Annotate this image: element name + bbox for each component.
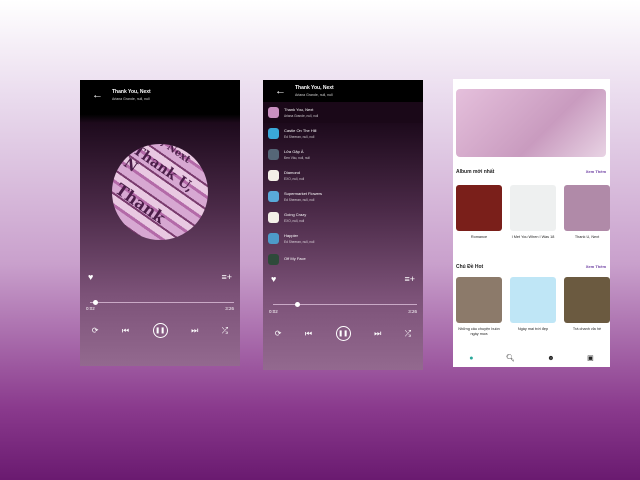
queue-item-artist: EXO, null, null: [284, 177, 305, 181]
card-label: I Met You When I Was 18: [511, 235, 555, 239]
queue-item-artist: Ariana Grande, null, null: [284, 114, 319, 118]
artist-icon[interactable]: ☻: [547, 355, 554, 362]
queue-item[interactable]: Happier Ed Sheeran, null, null: [263, 228, 423, 249]
album-card[interactable]: Thank U, Next: [564, 185, 610, 240]
song-thumbnail: [268, 128, 279, 139]
queue-item[interactable]: Lửa Gặp Ẩ Đen Vâu, null, null: [263, 144, 423, 165]
queue-item-artist: Đen Vâu, null, null: [284, 156, 310, 160]
previous-icon[interactable]: ⏮: [122, 326, 129, 336]
pause-button[interactable]: ❚❚: [152, 323, 168, 338]
cover-image: [564, 277, 610, 323]
cover-image: [456, 185, 502, 231]
search-icon[interactable]: 🔍︎: [506, 354, 515, 362]
song-thumbnail: [268, 233, 279, 244]
previous-icon[interactable]: ⏮: [305, 329, 312, 339]
queue-item-title: Going Crazy: [284, 212, 307, 217]
queue-item-title: Thank You, Next: [284, 107, 314, 112]
topic-card[interactable]: Ngày mai trời đẹp: [510, 277, 556, 337]
playlist-add-icon[interactable]: ≡+: [221, 272, 232, 282]
home-icon[interactable]: ●: [469, 355, 473, 362]
queue-screen: ← Thank You, Next Ariana Grande, null, nu…: [263, 80, 423, 370]
card-label: Ngày mai trời đẹp: [517, 327, 549, 331]
repeat-icon[interactable]: ⟳: [92, 326, 99, 335]
cover-image: [564, 185, 610, 231]
queue-item-artist: EXO, null, null: [284, 219, 305, 223]
seek-knob[interactable]: [93, 300, 98, 305]
album-card[interactable]: I Met You When I Was 18: [510, 185, 556, 240]
song-thumbnail: [268, 212, 279, 223]
heart-icon[interactable]: ♥: [88, 272, 93, 282]
queue-item[interactable]: Thank You, Next Ariana Grande, null, null: [263, 102, 423, 123]
queue-item-artist: Ed Sheeran, null, null: [284, 135, 315, 139]
next-icon[interactable]: ⏭: [191, 326, 198, 336]
player-header: ← Thank You, Next Ariana Grande, null, nu…: [80, 80, 240, 110]
repeat-icon[interactable]: ⟳: [275, 329, 282, 338]
seek-bar[interactable]: [273, 302, 417, 307]
current-time: 0:02: [86, 306, 95, 311]
queue-item-artist: Ed Sheeran, null, null: [284, 240, 315, 244]
song-thumbnail: [268, 149, 279, 160]
queue-item[interactable]: Diamond EXO, null, null: [263, 165, 423, 186]
home-screen: Album mới nhất Xem Thêm Romance I Met You …: [453, 79, 610, 367]
song-artist: Ariana Grande, null, null: [295, 93, 333, 97]
seek-bar[interactable]: [90, 300, 234, 305]
song-title: Thank You, Next: [112, 89, 151, 95]
topic-list: Những câu chuyện buồn ngày mưa Ngày mai t…: [456, 277, 610, 337]
queue-item-title: Off My Face: [284, 256, 306, 261]
section-title: Chủ Đề Hot: [456, 264, 484, 270]
queue-item[interactable]: Castle On The Hill Ed Sheeran, null, null: [263, 123, 423, 144]
duration: 3:26: [225, 306, 234, 311]
banner[interactable]: [456, 89, 606, 157]
back-icon[interactable]: ←: [275, 85, 295, 97]
cover-image: [510, 277, 556, 323]
cover-image: [456, 277, 502, 323]
album-card[interactable]: Romance: [456, 185, 502, 240]
topic-card[interactable]: Những câu chuyện buồn ngày mưa: [456, 277, 502, 337]
album-disc: Thank U, N Thank U, Next: [112, 144, 208, 240]
shuffle-icon[interactable]: ⤮: [405, 329, 411, 339]
library-icon[interactable]: ▣: [587, 354, 594, 362]
album-list: Romance I Met You When I Was 18 Thank U, N…: [456, 185, 610, 240]
queue-list: Thank You, Next Ariana Grande, null, null…: [263, 102, 423, 270]
current-time: 0:02: [269, 309, 278, 314]
card-label: Romance: [470, 235, 488, 239]
queue-item-artist: Ed Sheeran, null, null: [284, 198, 315, 202]
queue-item-title: Diamond: [284, 170, 301, 175]
queue-item-title: Castle On The Hill: [284, 128, 317, 133]
queue-item-title: Supermarket Flowers: [284, 191, 323, 196]
queue-item-title: Lửa Gặp Ẩ: [284, 149, 304, 154]
topic-card[interactable]: Trà chanh vỉa hè: [564, 277, 610, 337]
queue-header: ← Thank You, Next Ariana Grande, null, nu…: [263, 80, 423, 102]
see-more-link[interactable]: Xem Thêm: [586, 169, 606, 175]
pause-button[interactable]: ❚❚: [335, 326, 351, 341]
duration: 3:26: [408, 309, 417, 314]
song-thumbnail: [268, 191, 279, 202]
song-title: Thank You, Next: [295, 85, 334, 91]
back-icon[interactable]: ←: [92, 89, 112, 101]
shuffle-icon[interactable]: ⤮: [222, 326, 228, 336]
playlist-add-icon[interactable]: ≡+: [404, 274, 415, 284]
queue-item[interactable]: Supermarket Flowers Ed Sheeran, null, nul…: [263, 186, 423, 207]
song-thumbnail: [268, 107, 279, 118]
cover-image: [510, 185, 556, 231]
seek-knob[interactable]: [295, 302, 300, 307]
card-label: Thank U, Next: [574, 235, 600, 239]
song-artist: Ariana Grande, null, null: [112, 97, 150, 101]
bottom-nav: ● 🔍︎ ☻ ▣: [453, 349, 610, 367]
song-thumbnail: [268, 170, 279, 181]
song-thumbnail: [268, 254, 279, 265]
next-icon[interactable]: ⏭: [374, 329, 381, 339]
queue-item[interactable]: Going Crazy EXO, null, null: [263, 207, 423, 228]
see-more-link[interactable]: Xem Thêm: [586, 264, 606, 270]
queue-item[interactable]: Off My Face: [263, 249, 423, 270]
section-title: Album mới nhất: [456, 169, 495, 175]
heart-icon[interactable]: ♥: [271, 274, 276, 284]
queue-item-title: Happier: [284, 233, 299, 238]
card-label: Những câu chuyện buồn ngày mưa: [458, 327, 500, 336]
player-screen: ← Thank You, Next Ariana Grande, null, nu…: [80, 80, 240, 366]
card-label: Trà chanh vỉa hè: [572, 327, 602, 331]
